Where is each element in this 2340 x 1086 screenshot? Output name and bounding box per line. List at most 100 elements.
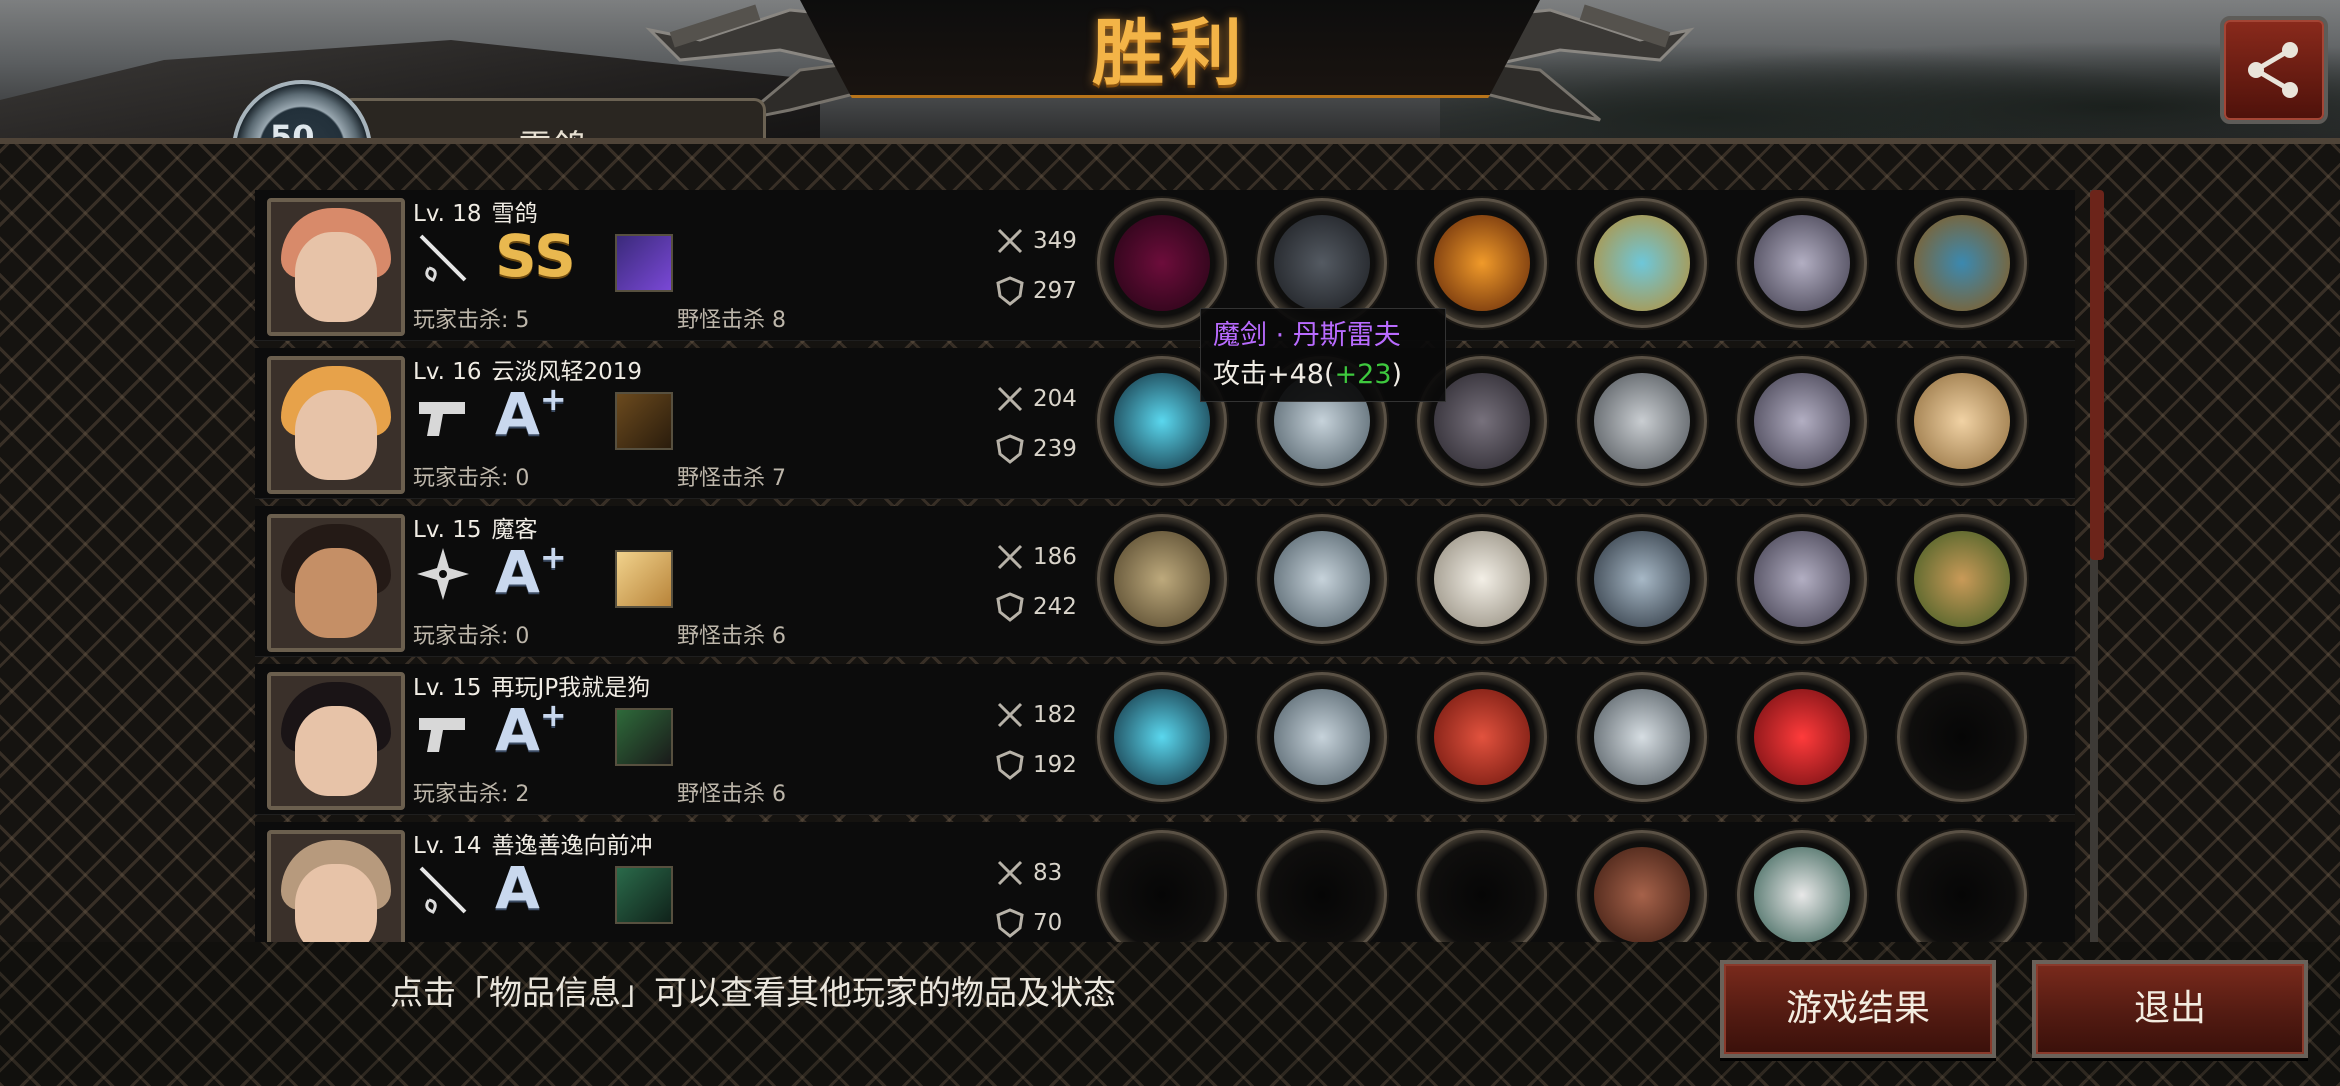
tooltip-item-name: 魔剑 · 丹斯雷夫 [1213, 320, 1401, 351]
item-slot[interactable] [1257, 672, 1387, 802]
scrollbar-thumb[interactable] [2090, 190, 2104, 560]
item-slot[interactable] [1577, 356, 1707, 486]
item-slot-empty[interactable] [1417, 830, 1547, 942]
wooden-box-icon [1914, 531, 2010, 627]
player-avatar [267, 830, 405, 942]
steel-disc-icon [1594, 373, 1690, 469]
player-grade: SS [495, 222, 576, 290]
monster-kills: 野怪击杀 6 [677, 782, 786, 807]
steel-helmet-icon [1274, 531, 1370, 627]
item-slot[interactable] [1577, 198, 1707, 328]
item-slot[interactable] [1577, 672, 1707, 802]
item-slot[interactable] [1097, 672, 1227, 802]
player-grade: A [495, 854, 540, 922]
skill-icon [615, 550, 673, 608]
leather-shield-icon [1594, 847, 1690, 942]
attack-value: 83 [1033, 860, 1063, 886]
item-slot[interactable] [1417, 514, 1547, 644]
player-grade-plus: + [539, 696, 567, 734]
player-row[interactable]: Lv. 18 雪鸽 SS 玩家击杀: 5 野怪击杀 8 349 297 [255, 190, 2075, 341]
player-grade: A [495, 380, 540, 448]
share-icon [2248, 42, 2298, 98]
player-kills: 玩家击杀: 0 [413, 624, 530, 649]
player-level: Lv. 15 [413, 517, 482, 543]
stone-armor-icon [1434, 373, 1530, 469]
pistol-icon [419, 718, 465, 752]
attack-swords-icon [997, 544, 1023, 570]
player-row[interactable]: Lv. 15 魔客 A+ 玩家击杀: 0 野怪击杀 6 186 242 [255, 506, 2075, 657]
item-slot[interactable] [1577, 514, 1707, 644]
item-slot[interactable] [1097, 514, 1227, 644]
attack-swords-icon [997, 702, 1023, 728]
attack-swords-icon [997, 228, 1023, 254]
item-slot[interactable] [1737, 356, 1867, 486]
pistol-icon [419, 402, 465, 436]
player-grade-plus: + [539, 538, 567, 576]
defense-shield-icon [996, 750, 1024, 780]
blue-rifle-icon [1114, 689, 1210, 785]
player-grade: A [495, 538, 540, 606]
player-level: Lv. 16 [413, 359, 482, 385]
player-avatar [267, 514, 405, 652]
shuriken-icon [417, 548, 469, 600]
share-button[interactable] [2220, 16, 2328, 124]
player-level: Lv. 14 [413, 833, 482, 859]
item-slot[interactable] [1577, 830, 1707, 942]
rapier-icon [419, 234, 467, 282]
player-avatar [267, 198, 405, 336]
player-kills: 玩家击杀: 5 [413, 308, 530, 333]
defense-shield-icon [996, 908, 1024, 938]
player-level: Lv. 15 [413, 675, 482, 701]
player-row[interactable]: Lv. 14 善逸善逸向前冲 A 83 70 [255, 822, 2075, 942]
player-row[interactable]: Lv. 16 云淡风轻2019 A+ 玩家击杀: 0 野怪击杀 7 204 239 [255, 348, 2075, 499]
player-row[interactable]: Lv. 15 再玩JP我就是狗 A+ 玩家击杀: 2 野怪击杀 6 182 192 [255, 664, 2075, 815]
item-slot[interactable] [1417, 672, 1547, 802]
attack-value: 349 [1033, 228, 1077, 254]
item-slot-empty[interactable] [1897, 830, 2027, 942]
hand-fan-icon [1914, 373, 2010, 469]
monster-kills: 野怪击杀 8 [677, 308, 786, 333]
white-armor-icon [1434, 531, 1530, 627]
item-slot[interactable] [1257, 514, 1387, 644]
player-level: Lv. 18 [413, 201, 482, 227]
tooltip-stat-bonus: +23 [1334, 359, 1392, 390]
item-slot[interactable] [1737, 514, 1867, 644]
game-result-button[interactable]: 游戏结果 [1720, 960, 1996, 1058]
defense-value: 242 [1033, 594, 1077, 620]
defense-value: 192 [1033, 752, 1077, 778]
defense-shield-icon [996, 434, 1024, 464]
defense-shield-icon [996, 276, 1024, 306]
sneaker-icon [1754, 847, 1850, 942]
exit-button[interactable]: 退出 [2032, 960, 2308, 1058]
silver-boots-icon [1754, 531, 1850, 627]
player-list[interactable]: Lv. 18 雪鸽 SS 玩家击杀: 5 野怪击杀 8 349 297 Lv. 1… [255, 190, 2085, 942]
item-info-hint: 点击「物品信息」可以查看其他玩家的物品及状态 [390, 973, 1116, 1012]
item-slot-empty[interactable] [1257, 830, 1387, 942]
item-slot[interactable] [1897, 514, 2027, 644]
item-slot-empty[interactable] [1097, 830, 1227, 942]
skill-icon [615, 866, 673, 924]
tooltip-stat-suffix: ) [1391, 359, 1403, 390]
attack-value: 204 [1033, 386, 1077, 412]
item-slot-empty[interactable] [1897, 672, 2027, 802]
silver-boots-icon [1754, 373, 1850, 469]
item-slot[interactable] [1897, 356, 2027, 486]
player-avatar [267, 356, 405, 494]
rapier-icon [419, 866, 467, 914]
player-kills: 玩家击杀: 2 [413, 782, 530, 807]
item-slot[interactable] [1737, 198, 1867, 328]
item-slot[interactable] [1737, 830, 1867, 942]
defense-value: 70 [1033, 910, 1063, 936]
flame-armor-icon [1434, 215, 1530, 311]
attack-value: 186 [1033, 544, 1077, 570]
attack-value: 182 [1033, 702, 1077, 728]
skill-icon [615, 234, 673, 292]
item-slot[interactable] [1737, 672, 1867, 802]
player-grade-plus: + [539, 380, 567, 418]
silver-boots-icon [1754, 215, 1850, 311]
defense-value: 297 [1033, 278, 1077, 304]
item-slot[interactable] [1897, 198, 2027, 328]
dark-helmet-icon [1274, 215, 1370, 311]
defense-value: 239 [1033, 436, 1077, 462]
gold-bracelet-icon [1594, 215, 1690, 311]
